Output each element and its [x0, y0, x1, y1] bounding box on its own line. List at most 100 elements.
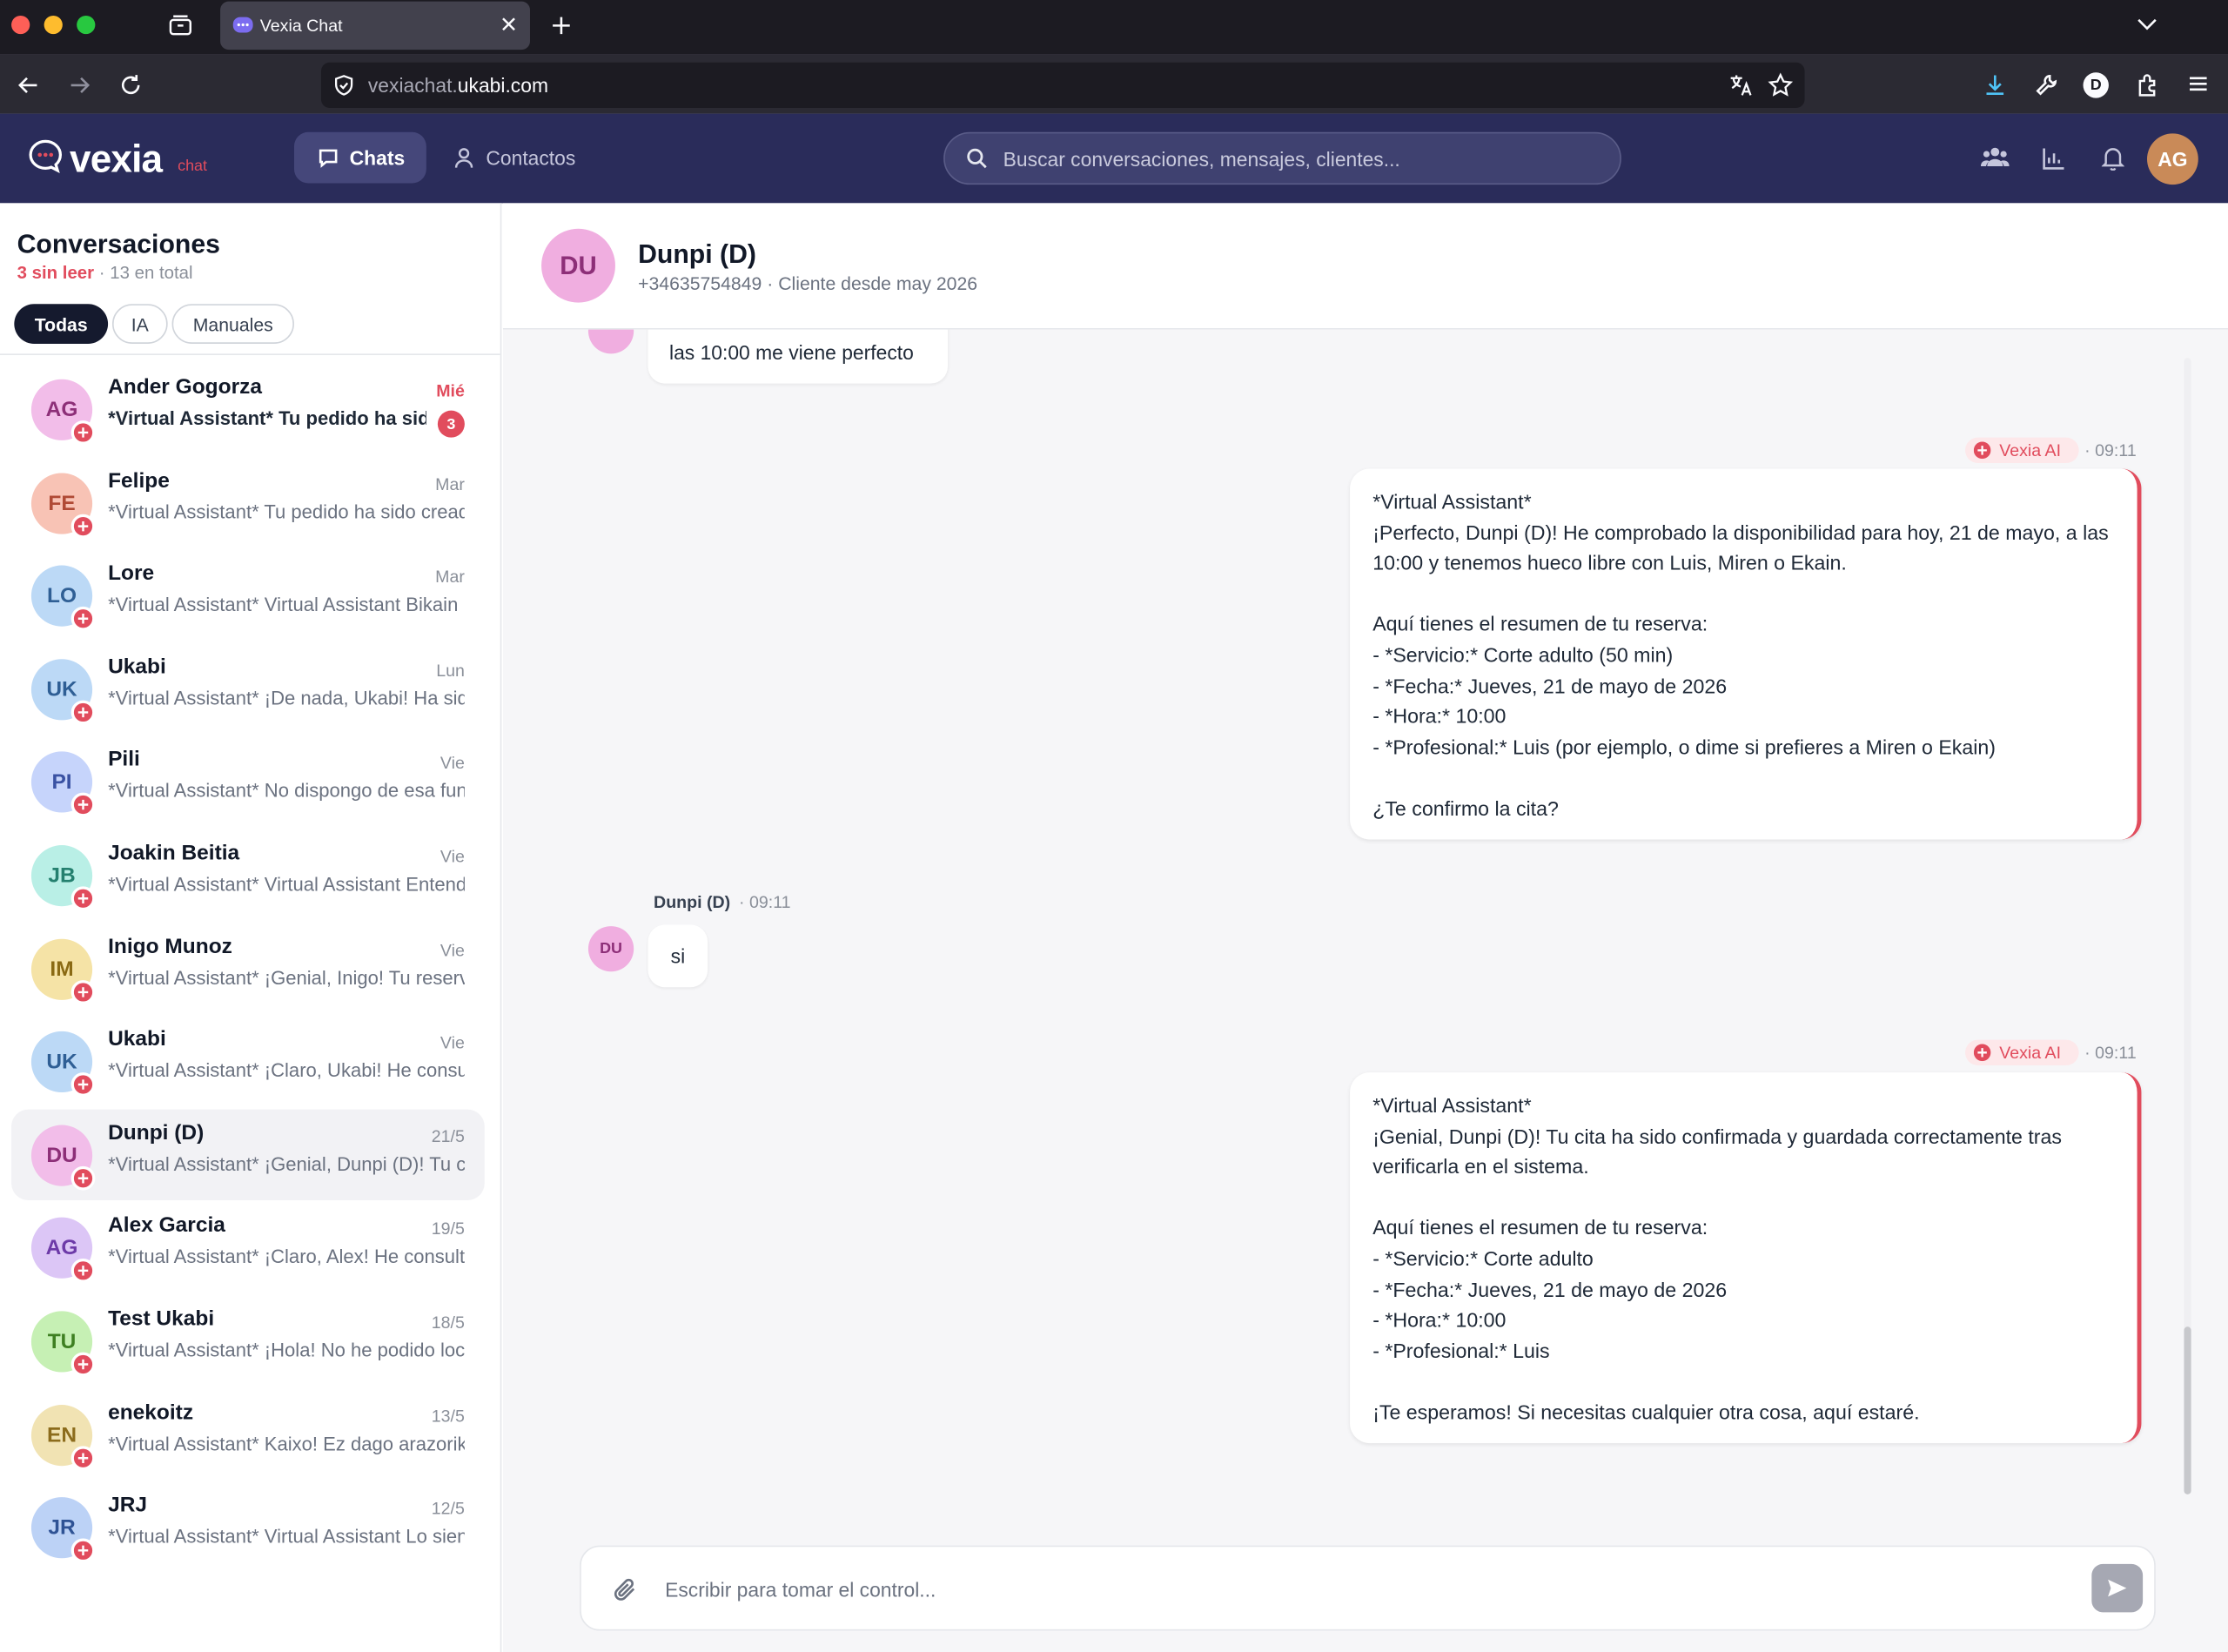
conversation-name: Ander Gogorza: [108, 374, 262, 400]
conversation-item[interactable]: FE Felipe Mar *Virtual Assistant* Tu pedido…: [11, 457, 485, 547]
conversation-item[interactable]: EN enekoitz 13/5 *Virtual Assistant* Kaixo!…: [11, 1388, 485, 1479]
conversation-item[interactable]: IM Inigo Munoz Vie *Virtual Assistant* ¡Gen…: [11, 923, 485, 1013]
extensions-icon[interactable]: [2136, 72, 2161, 97]
stats-icon[interactable]: [2042, 146, 2066, 171]
conversation-date: 13/5: [431, 1406, 465, 1426]
conversation-date: Vie: [440, 1032, 465, 1053]
conversation-item[interactable]: PI Pili Vie *Virtual Assistant* No dispongo…: [11, 736, 485, 827]
conversation-preview: *Virtual Assistant* Tu pedido ha sido cr…: [108, 500, 465, 522]
minimize-window-button[interactable]: [44, 15, 63, 35]
global-search[interactable]: Buscar conversaciones, mensajes, cliente…: [943, 131, 1621, 185]
bookmark-star-icon[interactable]: [1768, 72, 1794, 97]
conversation-name: Pili: [108, 748, 140, 772]
profile-avatar[interactable]: D: [2083, 72, 2109, 98]
url-domain: ukabi.com: [457, 73, 548, 97]
conversation-date: Lun: [436, 660, 465, 681]
tab-favicon: [232, 14, 254, 37]
conversation-item[interactable]: UK Ukabi Lun *Virtual Assistant* ¡De nada, …: [11, 643, 485, 734]
maximize-window-button[interactable]: [77, 15, 96, 35]
conversation-item[interactable]: UK Ukabi Vie *Virtual Assistant* ¡Claro, Uk…: [11, 1016, 485, 1106]
ai-message-bubble: *Virtual Assistant* ¡Genial, Dunpi (D)! …: [1350, 1072, 2142, 1444]
user-sender-name: Dunpi (D): [654, 891, 731, 912]
total-count: · 13 en total: [98, 262, 193, 283]
tab-overview-icon[interactable]: [168, 13, 193, 38]
conversation-item[interactable]: LO Lore Mar *Virtual Assistant* Virtual Ass…: [11, 550, 485, 641]
filter-manuales[interactable]: Manuales: [171, 304, 294, 344]
unread-badge: 3: [437, 410, 465, 438]
contact-meta: +34635754849 · Cliente desde may 2026: [638, 272, 978, 294]
conversation-preview: *Virtual Assistant* ¡Genial, Inigo! Tu r…: [108, 966, 465, 989]
menu-icon[interactable]: [2187, 72, 2210, 95]
bell-icon[interactable]: [2101, 144, 2124, 171]
forward-icon[interactable]: [67, 72, 92, 97]
conversation-name: Felipe: [108, 467, 170, 493]
downloads-icon[interactable]: [1983, 72, 2008, 97]
conversation-preview: *Virtual Assistant* ¡Claro, Alex! He con…: [108, 1246, 465, 1268]
close-window-button[interactable]: [11, 15, 30, 35]
translate-icon[interactable]: [1728, 72, 1753, 97]
conversation-date: Vie: [440, 846, 465, 867]
conversation-name: enekoitz: [108, 1400, 194, 1425]
logo-text: vexia: [70, 138, 163, 181]
send-button[interactable]: [2091, 1563, 2144, 1613]
conversation-date: 19/5: [431, 1219, 465, 1239]
ai-message-bubble: *Virtual Assistant* ¡Perfecto, Dunpi (D)…: [1350, 468, 2142, 840]
conversation-preview: *Virtual Assistant* No dispongo de esa f…: [108, 780, 465, 802]
screen: Vexia Chat vexiachat.ukabi.com D vexia c…: [0, 0, 2228, 1652]
ai-sender-tag: Vexia AI: [1965, 1039, 2079, 1065]
tab-title: Vexia Chat: [259, 15, 343, 36]
send-icon: [2108, 1579, 2127, 1597]
message-time: · 09:11: [2084, 1042, 2137, 1063]
tab-list-chevron-icon[interactable]: [2136, 16, 2158, 33]
logo-subtext: chat: [178, 158, 208, 175]
conversation-preview: *Virtual Assistant* ¡Claro, Ukabi! He co…: [108, 1059, 465, 1082]
user-message-bubble: si: [648, 924, 708, 988]
conversation-item[interactable]: JR JRJ 12/5 *Virtual Assistant* Virtual Ass…: [11, 1481, 485, 1572]
address-bar[interactable]: vexiachat.ukabi.com: [320, 62, 1805, 109]
filter-ia[interactable]: IA: [111, 304, 168, 344]
conversation-item[interactable]: AG Ander Gogorza Mié *Virtual Assistant* Tu…: [11, 364, 485, 454]
conversation-item[interactable]: TU Test Ukabi 18/5 *Virtual Assistant* ¡Hol…: [11, 1295, 485, 1386]
ai-badge-icon: [70, 1445, 96, 1470]
conversation-name: Inigo Munoz: [108, 934, 232, 958]
user-avatar[interactable]: AG: [2147, 133, 2198, 185]
conversation-name: JRJ: [108, 1493, 148, 1518]
wrench-icon[interactable]: [2033, 72, 2058, 97]
reload-icon[interactable]: [118, 72, 144, 97]
filter-todas[interactable]: Todas: [14, 304, 109, 344]
shield-icon[interactable]: [332, 74, 355, 97]
contact-avatar[interactable]: DU: [541, 228, 615, 303]
nav-contactos-button[interactable]: Contactos: [440, 132, 597, 184]
paperclip-icon[interactable]: [613, 1577, 638, 1602]
back-icon[interactable]: [16, 72, 41, 97]
sidebar-title: Conversaciones: [17, 228, 220, 259]
conversation-name: Ukabi: [108, 655, 166, 679]
conversation-preview: *Virtual Assistant* ¡De nada, Ukabi! Ha …: [108, 687, 465, 709]
scrollbar-thumb[interactable]: [2184, 1326, 2191, 1494]
chat-bubble-icon: [319, 149, 338, 168]
message-time: · 09:11: [739, 891, 791, 912]
conversation-name: Dunpi (D): [108, 1120, 205, 1145]
composer-input[interactable]: Escribir para tomar el control...: [665, 1578, 936, 1601]
conversation-date: Mar: [435, 567, 465, 588]
new-tab-icon[interactable]: [550, 14, 573, 37]
ai-badge-icon: [70, 607, 96, 631]
nav-chats-button[interactable]: Chats: [293, 131, 426, 184]
tab-vexia-chat[interactable]: Vexia Chat: [220, 1, 530, 50]
scrollbar-track[interactable]: [2184, 358, 2191, 1494]
conversation-name: Alex Garcia: [108, 1213, 225, 1239]
conversation-date: Mar: [435, 473, 465, 494]
conversation-date: 12/5: [431, 1499, 465, 1519]
user-message-avatar: DU: [587, 926, 634, 972]
team-icon[interactable]: [1980, 144, 2010, 170]
conversation-date: Vie: [440, 939, 465, 960]
sparkle-icon: [1973, 441, 1991, 460]
conversation-item[interactable]: JB Joakin Beitia Vie *Virtual Assistant* Vi…: [11, 829, 485, 920]
close-tab-icon[interactable]: [500, 16, 518, 33]
url-text[interactable]: vexiachat.ukabi.com: [368, 74, 548, 97]
conversation-item[interactable]: DU Dunpi (D) 21/5 *Virtual Assistant* ¡Geni…: [11, 1109, 485, 1200]
search-input[interactable]: Buscar conversaciones, mensajes, cliente…: [1003, 147, 1400, 170]
conversation-date: Vie: [440, 753, 465, 774]
conversation-item[interactable]: AG Alex Garcia 19/5 *Virtual Assistant* ¡Cl…: [11, 1202, 485, 1293]
chat-header: [502, 203, 2228, 330]
